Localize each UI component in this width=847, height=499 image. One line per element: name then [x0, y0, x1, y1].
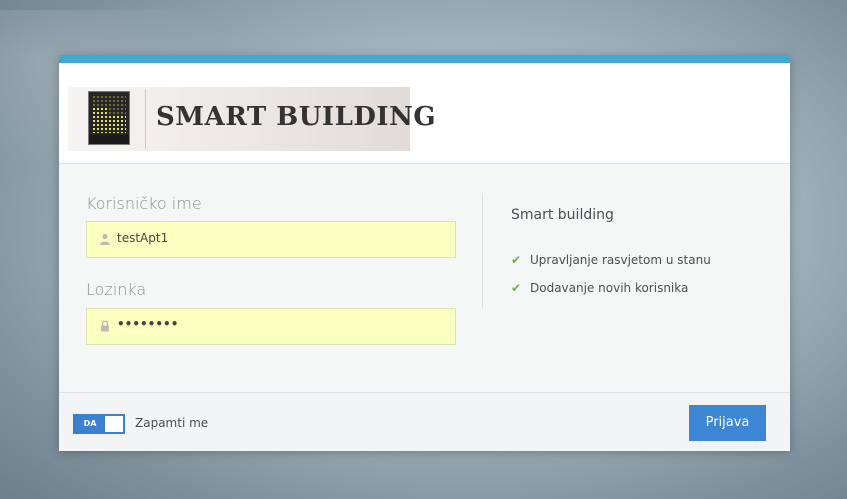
check-icon: ✔: [511, 281, 522, 295]
password-label: Lozinka: [86, 280, 147, 299]
accent-bar: [59, 55, 790, 63]
panel-footer: DA Zapamti me Prijava: [59, 392, 790, 451]
password-field[interactable]: ••••••••: [86, 308, 456, 345]
brand-logo: SMART BUILDING: [68, 87, 436, 151]
feature-label: Dodavanje novih korisnika: [530, 281, 689, 295]
toggle-state-label: DA: [75, 416, 105, 432]
lock-icon: [101, 320, 109, 332]
feature-item: ✔ Dodavanje novih korisnika: [511, 281, 688, 295]
feature-label: Upravljanje rasvjetom u stanu: [530, 253, 711, 267]
feature-item: ✔ Upravljanje rasvjetom u stanu: [511, 253, 711, 267]
remember-me-label: Zapamti me: [135, 416, 209, 430]
building-logo-icon: [88, 91, 130, 145]
check-icon: ✔: [511, 253, 522, 267]
username-field[interactable]: testApt1: [86, 221, 456, 258]
panel-body: Korisničko ime testApt1 Lozinka ••••••••…: [59, 164, 790, 392]
panel-header: SMART BUILDING: [59, 63, 790, 164]
username-value: testApt1: [117, 231, 169, 245]
brand-name: SMART BUILDING: [156, 102, 437, 132]
logo-base: [89, 135, 129, 144]
password-value: ••••••••: [117, 317, 179, 331]
username-label: Korisničko ime: [86, 194, 202, 213]
column-divider: [482, 193, 483, 308]
login-button[interactable]: Prijava: [689, 405, 766, 441]
login-panel: SMART BUILDING Korisničko ime testApt1 L…: [59, 55, 790, 451]
logo-divider: [145, 89, 146, 149]
user-icon: [100, 233, 110, 245]
info-title: Smart building: [511, 207, 614, 223]
remember-me-toggle[interactable]: DA: [73, 414, 125, 434]
